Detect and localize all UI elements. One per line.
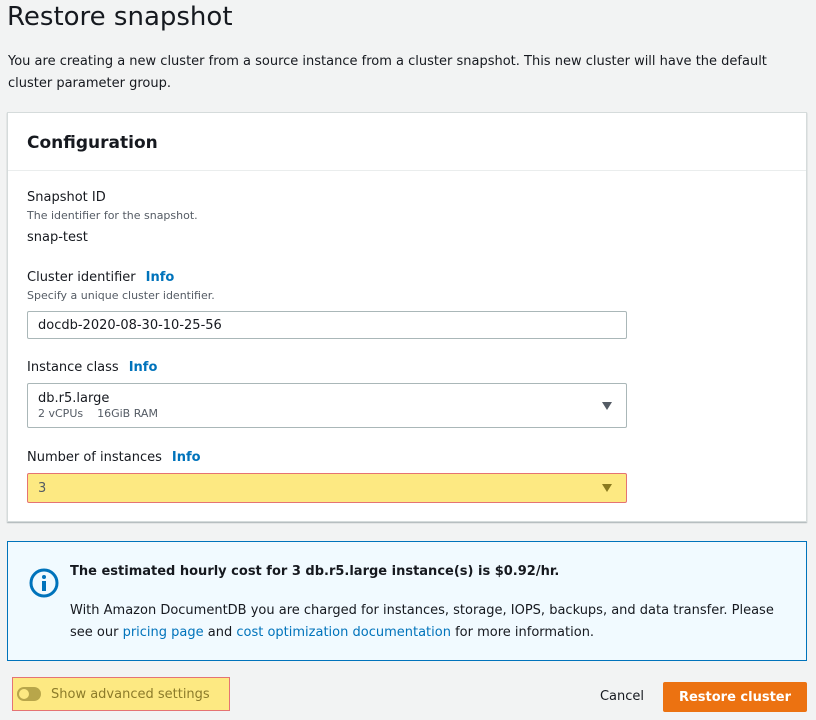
number-of-instances-label-row: Number of instances Info <box>27 449 627 467</box>
instance-class-field: Instance class Info db.r5.large 2 vCPUs 16… <box>27 359 627 428</box>
instance-class-info-link[interactable]: Info <box>129 360 158 375</box>
advanced-settings-toggle[interactable]: Show advanced settings <box>12 677 230 711</box>
info-circle-icon <box>29 568 59 598</box>
cancel-button[interactable]: Cancel <box>590 680 654 712</box>
page-intro: You are creating a new cluster from a so… <box>8 54 767 91</box>
advanced-settings-label: Show advanced settings <box>51 686 210 702</box>
cost-optimization-link[interactable]: cost optimization documentation <box>236 625 451 640</box>
toggle-switch[interactable] <box>17 687 41 701</box>
cluster-identifier-info-link[interactable]: Info <box>146 270 175 285</box>
cluster-identifier-label: Cluster identifier <box>27 270 136 285</box>
cluster-identifier-input[interactable] <box>27 311 627 339</box>
cost-body-text-3: for more information. <box>450 625 595 640</box>
instance-class-selected: db.r5.large <box>38 391 110 406</box>
restore-cluster-button[interactable]: Restore cluster <box>663 682 807 712</box>
number-of-instances-selected: 3 <box>38 480 47 496</box>
number-of-instances-select[interactable]: 3 <box>27 473 627 503</box>
cluster-identifier-description: Specify a unique cluster identifier. <box>27 289 215 302</box>
snapshot-id-field: Snapshot ID The identifier for the snaps… <box>27 189 198 245</box>
cost-body-text-2: and <box>203 625 237 640</box>
cost-estimate-title: The estimated hourly cost for 3 db.r5.la… <box>70 564 560 579</box>
configuration-header: Configuration <box>8 113 806 171</box>
number-of-instances-info-link[interactable]: Info <box>172 450 201 465</box>
cost-estimate-body: With Amazon DocumentDB you are charged f… <box>70 600 790 644</box>
pricing-page-link[interactable]: pricing page <box>123 625 204 640</box>
cluster-identifier-label-row: Cluster identifier Info <box>27 269 627 287</box>
snapshot-id-value: snap-test <box>27 230 88 245</box>
instance-class-label: Instance class <box>27 360 119 375</box>
instance-class-specs: 2 vCPUs 16GiB RAM <box>38 407 616 420</box>
configuration-panel: Configuration Snapshot ID The identifier… <box>7 112 807 522</box>
instance-class-select[interactable]: db.r5.large 2 vCPUs 16GiB RAM <box>27 383 627 428</box>
configuration-heading: Configuration <box>27 132 158 153</box>
number-of-instances-label: Number of instances <box>27 450 162 465</box>
instance-class-label-row: Instance class Info <box>27 359 627 377</box>
number-of-instances-field: Number of instances Info 3 <box>27 449 627 503</box>
snapshot-id-description: The identifier for the snapshot. <box>27 209 198 222</box>
instance-class-vcpus: 2 vCPUs <box>38 407 84 420</box>
instance-class-ram: 16GiB RAM <box>97 407 158 420</box>
chevron-down-icon <box>602 484 612 492</box>
cost-estimate-alert: The estimated hourly cost for 3 db.r5.la… <box>7 541 807 661</box>
page-title: Restore snapshot <box>7 2 233 32</box>
snapshot-id-label: Snapshot ID <box>27 190 106 205</box>
cluster-identifier-field: Cluster identifier Info Specify a unique … <box>27 269 627 339</box>
chevron-down-icon <box>602 401 612 410</box>
